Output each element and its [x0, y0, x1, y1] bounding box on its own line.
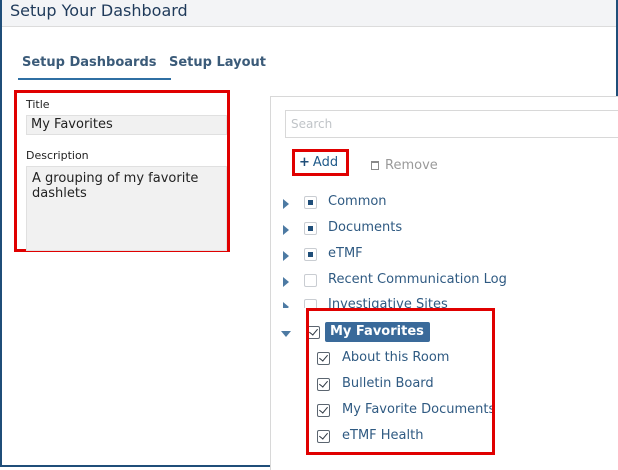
- tab-setup-layout[interactable]: Setup Layout: [169, 55, 266, 70]
- checkbox[interactable]: [304, 196, 317, 209]
- my-favorites-highlight: [306, 308, 495, 455]
- checkbox[interactable]: [304, 299, 317, 308]
- expand-arrow-icon[interactable]: [283, 199, 289, 209]
- tree-node-label: Recent Communication Log: [328, 272, 507, 287]
- tree-node-label: Investigative Sites: [328, 297, 448, 308]
- tree-node-investigative-sites[interactable]: Investigative Sites: [271, 296, 611, 308]
- plus-icon: +: [299, 155, 310, 170]
- collapse-arrow-icon[interactable]: [281, 331, 291, 337]
- description-label: Description: [26, 149, 89, 162]
- remove-button[interactable]: Remove: [371, 158, 438, 173]
- remove-label: Remove: [385, 158, 438, 173]
- expand-arrow-icon[interactable]: [283, 302, 289, 308]
- title-input[interactable]: My Favorites: [26, 115, 227, 135]
- tab-bar: Setup Dashboards Setup Layout: [2, 50, 616, 80]
- expand-arrow-icon[interactable]: [283, 251, 289, 261]
- checkbox[interactable]: [304, 248, 317, 261]
- title-label: Title: [26, 98, 50, 111]
- expand-arrow-icon[interactable]: [283, 277, 289, 287]
- tab-setup-dashboards[interactable]: Setup Dashboards: [18, 55, 170, 80]
- tree-node-common[interactable]: Common: [271, 193, 611, 215]
- dialog-titlebar: Setup Your Dashboard: [2, 0, 616, 27]
- tree-node-recent-communication-log[interactable]: Recent Communication Log: [271, 271, 611, 293]
- tree-node-label: eTMF: [328, 246, 363, 261]
- expand-arrow-icon[interactable]: [283, 225, 289, 235]
- add-button[interactable]: + Add: [292, 149, 349, 176]
- tree-node-documents[interactable]: Documents: [271, 219, 611, 241]
- tree-node-label: Common: [328, 194, 387, 209]
- dashboard-details-panel: Title My Favorites Description A groupin…: [14, 90, 230, 252]
- search-input[interactable]: Search: [285, 110, 618, 138]
- tree-node-label: Documents: [328, 220, 403, 235]
- description-textarea[interactable]: A grouping of my favorite dashlets: [26, 166, 227, 251]
- checkbox[interactable]: [304, 222, 317, 235]
- trash-icon: [371, 161, 379, 170]
- tree-node-etmf[interactable]: eTMF: [271, 245, 611, 267]
- checkbox[interactable]: [304, 274, 317, 287]
- dialog-title: Setup Your Dashboard: [10, 1, 188, 20]
- add-label: Add: [312, 155, 339, 170]
